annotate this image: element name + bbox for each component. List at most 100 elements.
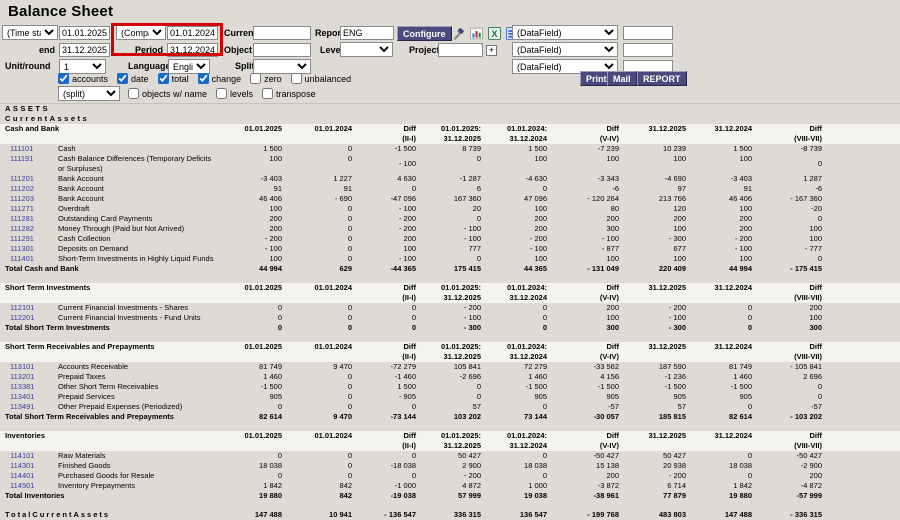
checkbox-unbalanced[interactable]: unbalanced [291,73,352,84]
account-link[interactable]: 111282 [10,224,34,233]
checkbox-input[interactable] [216,88,227,99]
mail-button[interactable]: Mail [607,71,637,86]
configure-button[interactable]: Configure [397,26,452,41]
checkbox-input[interactable] [291,73,302,84]
level-select[interactable] [340,42,393,57]
checkbox-change[interactable]: change [198,73,242,84]
account-link[interactable]: 113381 [10,382,34,391]
checkbox-transpose[interactable]: transpose [262,88,316,99]
checkbox-total[interactable]: total [158,73,189,84]
column-header: Diff(VIII-VII) [753,431,823,451]
account-link[interactable]: 112201 [10,313,34,322]
section-total-label: Total Cash and Bank [0,264,216,274]
datafield-input-2[interactable] [623,43,673,57]
cell-value: 18 038 [216,461,283,471]
account-row: 114301Finished Goods18 0380-18 0382 9001… [0,461,900,471]
account-link[interactable]: 114301 [10,461,34,470]
split-select[interactable] [253,59,311,74]
column-header: 31.12.2025 [620,342,687,362]
period-date-input[interactable] [167,43,218,57]
account-link[interactable]: 114401 [10,471,34,480]
filler-cell [823,303,900,313]
language-select[interactable]: English [168,59,210,74]
checkbox-input[interactable] [58,73,69,84]
datafield-select-2[interactable]: (DataField) [512,42,618,57]
cell-value: -6 [548,184,620,194]
account-link[interactable]: 113101 [10,362,34,371]
unit-round-select[interactable]: 1 [59,59,106,74]
end-label: end [20,44,55,57]
cell-value: 0 [687,402,753,412]
checkbox-input[interactable] [128,88,139,99]
account-link[interactable]: 113491 [10,402,34,411]
checkbox-zero[interactable]: zero [250,73,282,84]
checkbox-input[interactable] [262,88,273,99]
account-link[interactable]: 111203 [10,194,34,203]
account-cell: 111191 [0,154,58,174]
hammer-icon[interactable] [452,27,465,40]
account-link[interactable]: 112101 [10,303,34,312]
checkbox-input[interactable] [198,73,209,84]
cell-value: - 100 [417,234,482,244]
column-header: 01.01.2025 [216,124,283,144]
account-link[interactable]: 111401 [10,254,34,263]
cell-value: -4 630 [482,174,548,184]
cell-value: 905 [620,392,687,402]
datafield-select-1[interactable]: (DataField) [512,25,618,40]
account-link[interactable]: 111202 [10,184,34,193]
project-add-icon[interactable]: + [486,45,497,56]
checkbox-levels[interactable]: levels [216,88,253,99]
compare-select[interactable]: (Compare) [116,25,166,40]
account-link[interactable]: 111101 [10,144,33,153]
account-row: 111203Bank Account46 406- 690-47 096167 … [0,194,900,204]
section-total-row: Total Short Term Receivables and Prepaym… [0,412,900,422]
account-link[interactable]: 111201 [10,174,34,183]
account-link[interactable]: 111271 [10,204,34,213]
cell-value: 0 [283,224,353,234]
time-start-select[interactable]: (Time start) [2,25,58,40]
date-start-input[interactable] [59,26,110,40]
account-link[interactable]: 113401 [10,392,34,401]
cell-value: 0 [283,392,353,402]
report-button[interactable]: REPORT [637,71,687,86]
section-total-row: Total Inventories19 880842-19 03857 9991… [0,491,900,501]
column-header: Diff(V-IV) [548,124,620,144]
compare-date-input[interactable] [167,26,218,40]
datafield-input-1[interactable] [623,26,673,40]
account-row: 113401Prepaid Services9050- 905090590590… [0,392,900,402]
checkbox-date[interactable]: date [117,73,149,84]
account-link[interactable]: 111291 [10,234,34,243]
cell-value: -1 500 [548,382,620,392]
cell-value: 213 766 [620,194,687,204]
account-link[interactable]: 111301 [10,244,34,253]
split-mode-select[interactable]: (split) [58,86,120,101]
account-row: 111281Outstanding Card Payments2000- 200… [0,214,900,224]
cell-value: -18 038 [353,461,417,471]
account-link[interactable]: 111281 [10,214,34,223]
excel-icon[interactable]: X [488,27,501,40]
account-cell: 113401 [0,392,58,402]
checkbox-input[interactable] [117,73,128,84]
checkbox-input[interactable] [250,73,261,84]
report-code-input[interactable] [340,26,394,40]
project-input[interactable] [438,43,483,57]
currency-input[interactable] [253,26,311,40]
account-name: Short-Term Investments in Highly Liquid … [58,254,216,264]
checkbox-accounts[interactable]: accounts [58,73,108,84]
chart-icon[interactable] [470,27,483,40]
cell-value: 629 [283,264,353,274]
cell-value: -57 [548,402,620,412]
account-link[interactable]: 114101 [10,451,34,460]
account-name: Inventory Prepayments [58,481,216,491]
account-link[interactable]: 113201 [10,372,34,381]
account-link[interactable]: 111191 [10,154,33,163]
cell-value: - 777 [753,244,823,254]
cell-value: 1 500 [687,144,753,154]
object-input[interactable] [253,43,311,57]
cell-value: 0 [283,313,353,323]
end-date-input[interactable] [59,43,110,57]
cell-value: 0 [753,382,823,392]
checkbox-objects-w-name[interactable]: objects w/ name [128,88,207,99]
filler-cell [823,491,900,501]
checkbox-input[interactable] [158,73,169,84]
